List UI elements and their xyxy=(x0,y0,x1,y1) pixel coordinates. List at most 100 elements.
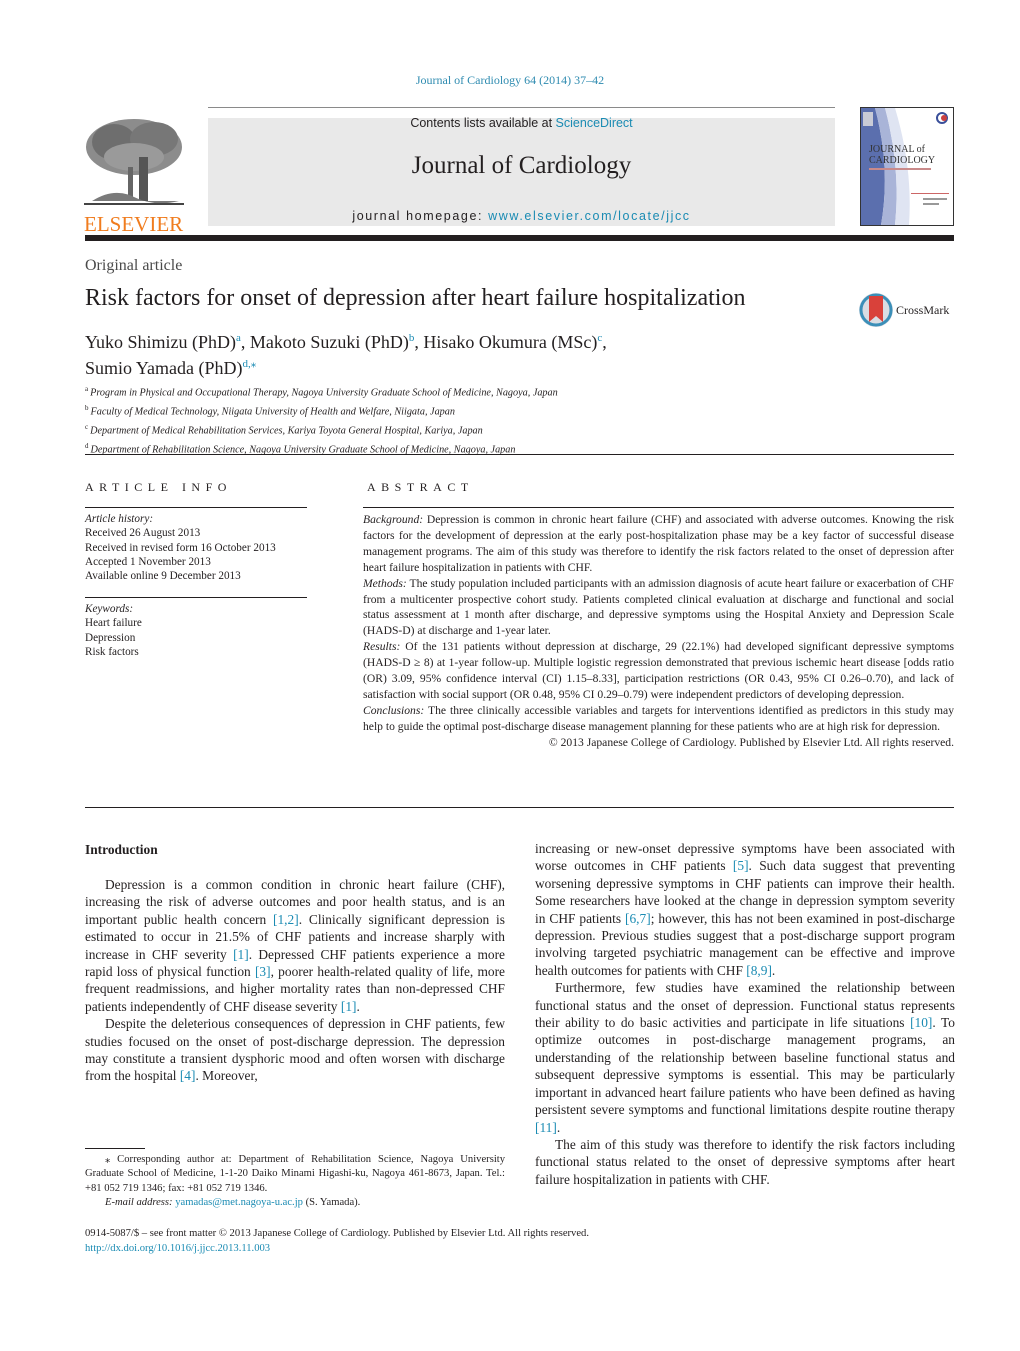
affiliation-item: a Program in Physical and Occupational Th… xyxy=(85,382,558,401)
affiliation-key: d xyxy=(85,441,89,450)
author-name[interactable]: Makoto Suzuki (PhD) xyxy=(250,332,409,352)
body-text: . To optimize outcomes in post-discharge… xyxy=(535,1015,955,1118)
homepage-link[interactable]: www.elsevier.com/locate/jjcc xyxy=(488,209,691,223)
abstract-section-text: Of the 131 patients without depression a… xyxy=(363,640,954,701)
history-label: Article history: xyxy=(85,513,154,525)
abstract-section-text: Depression is common in chronic heart fa… xyxy=(363,513,954,574)
body-column-right: increasing or new-onset depressive sympt… xyxy=(535,840,955,1188)
history-item: Received 26 August 2013 xyxy=(85,527,201,540)
crossmark-icon xyxy=(859,293,893,327)
journal-cover-thumbnail[interactable]: JOURNAL of CARDIOLOGY xyxy=(860,107,954,226)
cover-title-line1: JOURNAL of xyxy=(869,144,926,155)
elsevier-wordmark: ELSEVIER xyxy=(84,212,184,236)
homepage-prefix: journal homepage: xyxy=(352,209,489,223)
affiliation-item: b Faculty of Medical Technology, Niigata … xyxy=(85,401,558,420)
crossmark-badge[interactable]: CrossMark xyxy=(858,291,958,329)
doi-link[interactable]: http://dx.doi.org/10.1016/j.jjcc.2013.11… xyxy=(85,1241,589,1256)
article-history: Article history: Received 26 August 2013… xyxy=(85,512,276,583)
citation-ref-link[interactable]: [11] xyxy=(535,1120,557,1135)
elsevier-logo[interactable]: ELSEVIER xyxy=(84,117,188,235)
abstract-section-label: Methods: xyxy=(363,576,407,590)
masthead-thick-divider xyxy=(85,235,954,241)
abstract-methods: Methods: The study population included p… xyxy=(363,576,954,640)
author-name[interactable]: Hisako Okumura (MSc) xyxy=(423,332,597,352)
crossmark-label: CrossMark xyxy=(896,303,950,317)
body-paragraph: Despite the deleterious consequences of … xyxy=(85,1015,505,1085)
body-paragraph: The aim of this study was therefore to i… xyxy=(535,1136,955,1188)
author-name[interactable]: Yuko Shimizu (PhD) xyxy=(85,332,236,352)
cover-art-icon: JOURNAL of CARDIOLOGY xyxy=(861,108,953,225)
author-separator: , xyxy=(240,332,250,352)
keywords: Keywords: Heart failure Depression Risk … xyxy=(85,602,142,659)
introduction-heading: Introduction xyxy=(85,842,158,857)
citation-ref-link[interactable]: [1,2] xyxy=(273,912,299,927)
abstract-conclusions: Conclusions: The three clinically access… xyxy=(363,703,954,735)
body-text: The aim of this study was therefore to i… xyxy=(535,1136,955,1187)
article-title: Risk factors for onset of depression aft… xyxy=(85,285,746,311)
journal-name: Journal of Cardiology xyxy=(411,152,632,179)
history-item: Received in revised form 16 October 2013 xyxy=(85,541,276,554)
sciencedirect-link[interactable]: ScienceDirect xyxy=(556,116,633,130)
citation-ref-link[interactable]: [8,9] xyxy=(746,963,772,978)
email-link[interactable]: yamadas@met.nagoya-u.ac.jp xyxy=(175,1197,303,1208)
keywords-label: Keywords: xyxy=(85,603,134,615)
body-text: . xyxy=(771,962,776,978)
article-info-divider xyxy=(85,507,307,508)
affiliation-text: Faculty of Medical Technology, Niigata U… xyxy=(90,406,455,418)
abstract-section-text: The study population included participan… xyxy=(363,576,954,638)
affiliations: a Program in Physical and Occupational Th… xyxy=(85,382,558,458)
citation-ref-link[interactable]: [5] xyxy=(733,858,749,873)
keyword-item[interactable]: Depression xyxy=(85,631,142,645)
journal-homepage-line: journal homepage: www.elsevier.com/locat… xyxy=(208,209,835,223)
body-column-left: Depression is a common condition in chro… xyxy=(85,876,505,1085)
abstract-heading: ABSTRACT xyxy=(367,480,474,494)
affiliation-key: c xyxy=(85,422,89,431)
email-suffix: (S. Yamada). xyxy=(302,1197,361,1209)
citation-ref-link[interactable]: [1] xyxy=(233,947,249,962)
affiliation-key: b xyxy=(85,403,89,412)
citation-ref-link[interactable]: [10] xyxy=(910,1015,932,1030)
abstract-section-label: Results: xyxy=(363,640,401,654)
corresponding-author-note: ⁎ Corresponding author at: Department of… xyxy=(85,1154,505,1194)
journal-citation[interactable]: Journal of Cardiology 64 (2014) 37–42 xyxy=(0,73,1020,88)
citation-ref-link[interactable]: [6,7] xyxy=(625,911,651,926)
footnote-divider xyxy=(85,1148,145,1149)
body-paragraph: Depression is a common condition in chro… xyxy=(85,876,505,1015)
affiliation-text: Program in Physical and Occupational The… xyxy=(90,387,558,399)
author-name[interactable]: Sumio Yamada (PhD) xyxy=(85,358,243,378)
keyword-item[interactable]: Heart failure xyxy=(85,616,142,630)
history-item: Accepted 1 November 2013 xyxy=(85,555,211,568)
keywords-divider xyxy=(85,597,307,598)
email-note: E-mail address: yamadas@met.nagoya-u.ac.… xyxy=(85,1196,505,1210)
affiliation-text: Department of Medical Rehabilitation Ser… xyxy=(90,425,483,437)
front-matter: 0914-5087/$ – see front matter © 2013 Ja… xyxy=(85,1226,589,1256)
body-paragraph: increasing or new-onset depressive sympt… xyxy=(535,840,955,979)
cover-title-line2: CARDIOLOGY xyxy=(869,155,935,166)
abstract-divider xyxy=(363,507,954,508)
footnote: ⁎ Corresponding author at: Department of… xyxy=(85,1153,505,1211)
author-affil-link[interactable]: d,⁎ xyxy=(243,358,257,370)
body-text: . xyxy=(556,1119,561,1135)
article-info-heading: ARTICLE INFO xyxy=(85,480,232,494)
history-item: Available online 9 December 2013 xyxy=(85,570,241,583)
abstract-section-label: Background: xyxy=(363,513,424,526)
author-separator: , xyxy=(602,332,607,352)
elsevier-tree-icon xyxy=(84,117,184,207)
issn-line: 0914-5087/$ – see front matter © 2013 Ja… xyxy=(85,1228,589,1239)
contents-line: Contents lists available at ScienceDirec… xyxy=(208,116,835,130)
email-label: E-mail address: xyxy=(105,1197,173,1209)
citation-ref-link[interactable]: [1] xyxy=(341,999,357,1014)
article-type: Original article xyxy=(85,257,183,274)
affiliation-key: a xyxy=(85,385,89,393)
abstract-body: Background: Depression is common in chro… xyxy=(363,512,954,751)
abstract-section-text: The three clinically accessible variable… xyxy=(363,703,954,733)
citation-ref-link[interactable]: [3] xyxy=(255,964,271,979)
keyword-item[interactable]: Risk factors xyxy=(85,645,142,659)
abstract-background: Background: Depression is common in chro… xyxy=(363,512,954,576)
citation-ref-link[interactable]: [4] xyxy=(180,1068,196,1083)
header-divider xyxy=(85,454,954,455)
abstract-copyright: © 2013 Japanese College of Cardiology. P… xyxy=(548,735,954,749)
affiliation-item: c Department of Medical Rehabilitation Se… xyxy=(85,420,558,439)
body-text: Furthermore, few studies have examined t… xyxy=(535,980,955,1031)
abstract-bottom-divider xyxy=(85,807,954,808)
